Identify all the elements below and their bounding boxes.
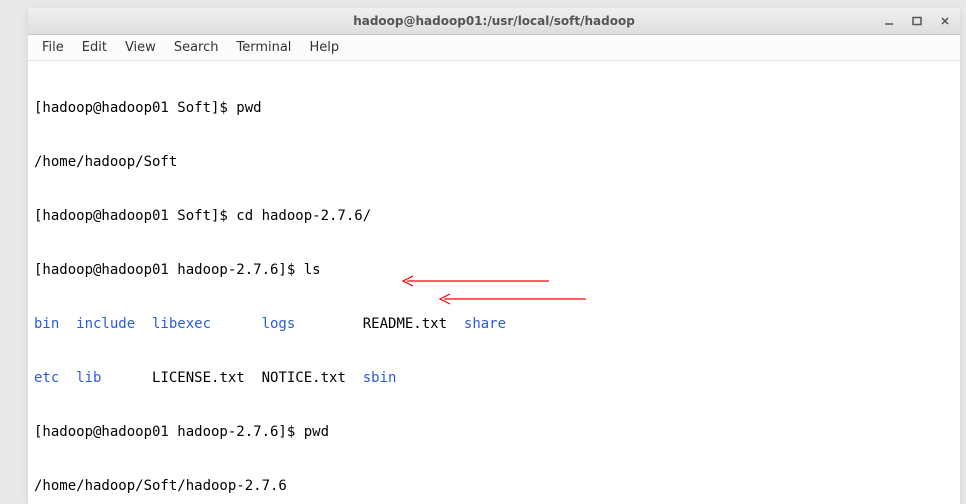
terminal-line: [hadoop@hadoop01 hadoop-2.7.6]$ ls [34, 261, 954, 279]
menu-file[interactable]: File [34, 37, 72, 58]
menu-edit[interactable]: Edit [74, 37, 115, 58]
menu-view[interactable]: View [117, 37, 164, 58]
terminal-line: /home/hadoop/Soft/hadoop-2.7.6 [34, 477, 954, 495]
annotation-arrow [438, 292, 588, 306]
terminal-line: [hadoop@hadoop01 Soft]$ pwd [34, 99, 954, 117]
terminal-line: bin include libexec logs README.txt shar… [34, 315, 954, 333]
menu-search[interactable]: Search [166, 37, 227, 58]
close-button[interactable] [938, 14, 952, 28]
terminal-window: hadoop@hadoop01:/usr/local/soft/hadoop F… [28, 8, 960, 504]
menu-help[interactable]: Help [301, 37, 347, 58]
terminal-line: [hadoop@hadoop01 Soft]$ cd hadoop-2.7.6/ [34, 207, 954, 225]
terminal-line: [hadoop@hadoop01 hadoop-2.7.6]$ pwd [34, 423, 954, 441]
window-title: hadoop@hadoop01:/usr/local/soft/hadoop [353, 14, 635, 28]
window-controls [882, 14, 952, 28]
terminal-line: etc lib LICENSE.txt NOTICE.txt sbin [34, 369, 954, 387]
titlebar: hadoop@hadoop01:/usr/local/soft/hadoop [28, 8, 960, 35]
terminal-line: /home/hadoop/Soft [34, 153, 954, 171]
menubar: File Edit View Search Terminal Help [28, 35, 960, 61]
terminal-viewport[interactable]: [hadoop@hadoop01 Soft]$ pwd /home/hadoop… [28, 61, 960, 504]
maximize-button[interactable] [910, 14, 924, 28]
minimize-button[interactable] [882, 14, 896, 28]
menu-terminal[interactable]: Terminal [228, 37, 299, 58]
